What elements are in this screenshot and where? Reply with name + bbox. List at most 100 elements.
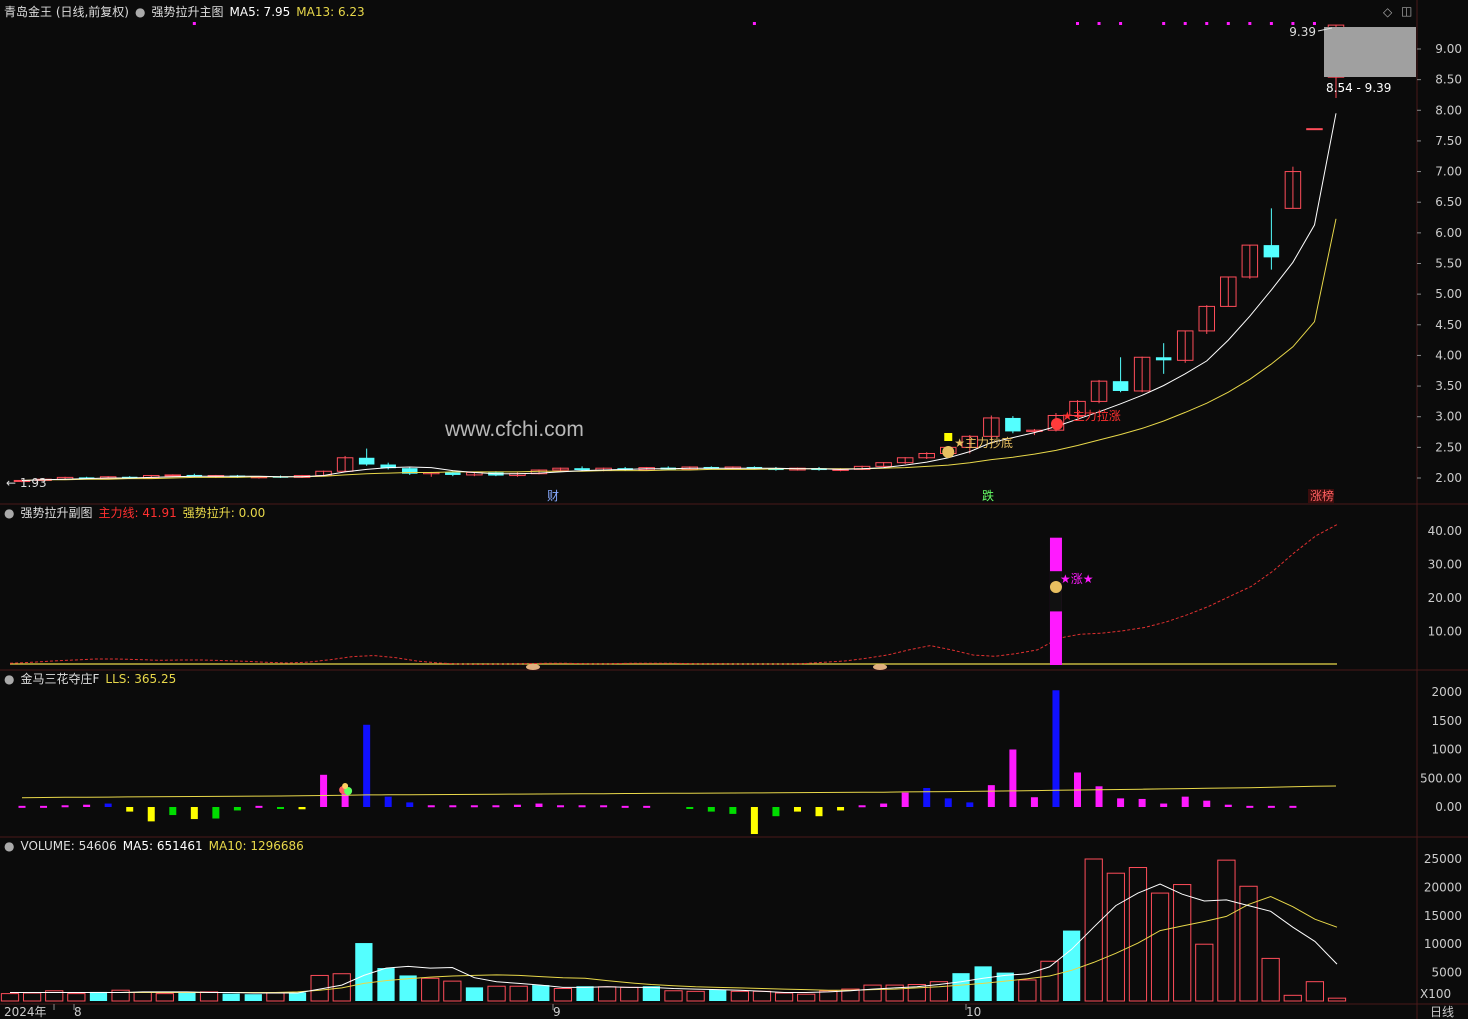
lls-subchart <box>18 690 1337 835</box>
volume-bar-up <box>22 992 42 1002</box>
dropdown-icon[interactable]: ● <box>135 5 145 19</box>
x-axis-label: 8 <box>74 1005 82 1019</box>
limit-up-tag: 涨榜 <box>1310 488 1334 503</box>
lls-tick-label: 2000 <box>1431 685 1462 699</box>
volume-bar-down <box>288 992 307 1001</box>
volume-title[interactable]: VOLUME: 54606 <box>20 839 116 853</box>
candlestick-series <box>13 24 1345 483</box>
lls-tick-label: 1500 <box>1431 714 1462 728</box>
lls-bar <box>1181 796 1189 807</box>
volume-bar-down <box>996 972 1014 1001</box>
strong-rise-label: 强势拉升: 0.00 <box>182 506 266 520</box>
volume-bar-up <box>0 993 20 1002</box>
volume-bar-down <box>642 986 661 1001</box>
indicator-name[interactable]: 强势拉升主图 <box>151 5 223 19</box>
lls-tick-label: 500.00 <box>1420 771 1462 785</box>
volume-tick-label: 15000 <box>1424 909 1462 923</box>
lls-bar <box>557 805 565 808</box>
volume-bar-up <box>553 988 573 1002</box>
small-marker <box>526 664 540 670</box>
volume-bar-down <box>1062 930 1081 1001</box>
money-bag-icon <box>942 446 955 458</box>
volume-tick-label: 20000 <box>1424 880 1462 894</box>
lls-bar <box>233 807 241 811</box>
candle-body-up <box>164 474 182 477</box>
dropdown-icon[interactable]: ● <box>4 672 14 686</box>
lls-bar <box>513 804 521 807</box>
lls-bar <box>427 805 435 808</box>
volume-bar-up <box>133 991 152 1002</box>
price-tick-label: 8.50 <box>1435 73 1462 87</box>
strong-rise-subchart: ★涨★ <box>9 524 1338 670</box>
volume-bar-up <box>332 973 351 1002</box>
signal-dot <box>1183 22 1187 25</box>
lls-bar <box>1009 749 1017 807</box>
volume-bar-up <box>1239 885 1258 1002</box>
lls-bar <box>837 807 845 811</box>
sub-tick-label: 20.00 <box>1428 591 1462 605</box>
volume-bar-up <box>1217 859 1236 1002</box>
lls-bar <box>104 803 112 807</box>
volume-bar-down <box>465 987 484 1001</box>
volume-bar-up <box>598 986 617 1002</box>
volume-bar-up <box>1327 997 1347 1002</box>
lls-bar <box>169 807 177 816</box>
volume-bar-up <box>67 993 86 1002</box>
sub-tick-label: 10.00 <box>1428 625 1462 639</box>
lls-bar <box>470 805 478 808</box>
volume-bar-up <box>1084 858 1103 1002</box>
price-tick-label: 2.50 <box>1435 440 1462 454</box>
lls-tick-label: 1000 <box>1431 743 1462 757</box>
candle-body-up <box>1306 128 1323 131</box>
price-tick-label: 9.00 <box>1435 42 1462 56</box>
x-axis-label: 10 <box>966 1005 981 1019</box>
lls-bar <box>212 807 220 819</box>
volume-bar-up <box>730 990 749 1002</box>
lls-title[interactable]: 金马三花夺庄F <box>20 672 99 686</box>
price-tick-label: 2.00 <box>1435 471 1462 485</box>
volume-bar-up <box>774 992 794 1002</box>
main-force-line <box>9 524 1338 665</box>
lls-bar <box>901 792 909 807</box>
price-tick-label: 5.50 <box>1435 257 1462 271</box>
lls-bar <box>18 805 26 808</box>
volume-bar-down <box>709 989 727 1001</box>
price-tick-label: 4.00 <box>1435 348 1462 362</box>
lls-bar <box>1030 797 1038 807</box>
volume-bar-up <box>686 990 705 1002</box>
lls-bar <box>1246 805 1254 808</box>
signal-dot <box>1097 22 1101 25</box>
signal-dot <box>1205 22 1209 25</box>
signal-dot <box>752 22 756 25</box>
lls-bar <box>320 774 328 807</box>
dropdown-icon[interactable]: ● <box>4 839 14 853</box>
dropdown-icon[interactable]: ● <box>4 506 14 520</box>
volume-bar-up <box>863 984 882 1002</box>
lls-bar <box>61 805 69 808</box>
volume-bar-up <box>266 992 285 1002</box>
volume-tick-label: 10000 <box>1424 937 1462 951</box>
volume-bar-down <box>576 986 594 1001</box>
price-tick-label: 3.00 <box>1435 410 1462 424</box>
lls-bar <box>1224 804 1232 807</box>
lls-bar <box>750 807 758 835</box>
volume-bar-up <box>1195 943 1214 1002</box>
lls-bar <box>276 807 284 809</box>
price-tick-label: 4.50 <box>1435 318 1462 332</box>
volume-bar-down <box>355 943 373 1001</box>
lls-bar <box>384 796 392 807</box>
subchart-title[interactable]: 强势拉升副图 <box>20 506 92 520</box>
ma5-label: MA5: 7.95 <box>229 5 291 19</box>
panel-toggle-icon[interactable]: ◫ <box>1401 4 1412 18</box>
diamond-icon[interactable]: ◇ <box>1383 5 1392 19</box>
subchart-header: ● 强势拉升副图 主力线: 41.91 强势拉升: 0.00 <box>4 506 271 520</box>
stock-title[interactable]: 青岛金王 (日线,前复权) <box>4 5 129 19</box>
range-label: 8.54 - 9.39 <box>1326 81 1391 95</box>
signal-dot <box>1119 22 1123 25</box>
lls-bar <box>578 805 586 808</box>
high-price-label: 9.39 <box>1289 25 1316 39</box>
lls-value-label: LLS: 365.25 <box>105 672 177 686</box>
volume-bar-up <box>487 985 506 1002</box>
price-tick-label: 8.00 <box>1435 103 1462 117</box>
sub-tick-label: 40.00 <box>1428 524 1462 538</box>
